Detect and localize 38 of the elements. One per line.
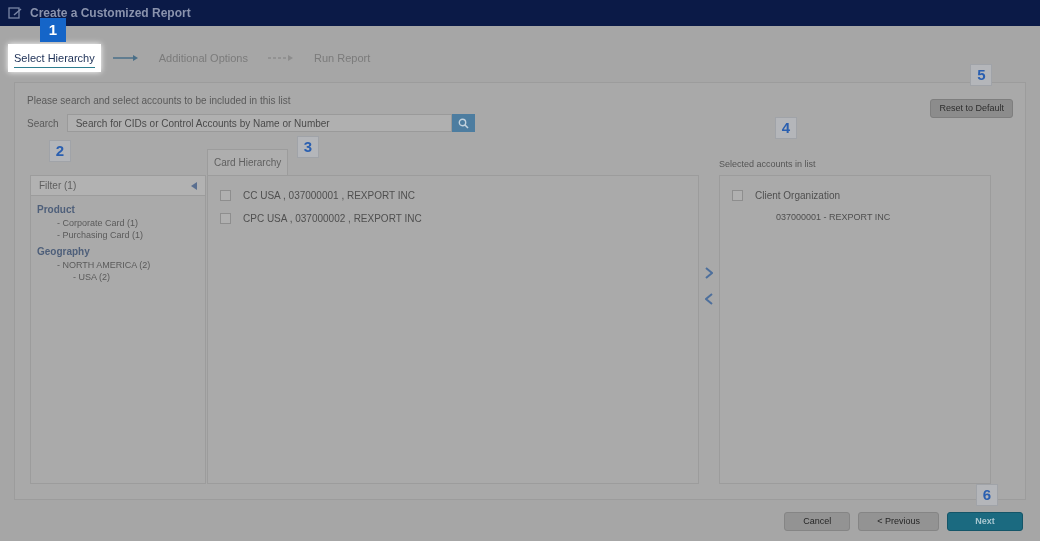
instruction-text: Please search and select accounts to be included in this list: [27, 94, 292, 108]
filter-option[interactable]: - Purchasing Card (1): [37, 230, 199, 241]
filter-title: Filter (1): [39, 179, 77, 193]
filter-option[interactable]: - Corporate Card (1): [37, 218, 199, 229]
callout-number: 4: [775, 117, 797, 139]
account-label: CC USA , 037000001 , REXPORT INC: [243, 189, 415, 203]
arrow-icon: [268, 54, 294, 62]
callout-number: 1: [40, 17, 66, 42]
checkbox[interactable]: [220, 213, 231, 224]
filter-option[interactable]: - NORTH AMERICA (2): [37, 260, 199, 271]
filter-group-label: Product: [37, 203, 76, 217]
checkbox[interactable]: [220, 190, 231, 201]
filter-option[interactable]: - USA (2): [37, 272, 199, 283]
search-field[interactable]: Search for CIDs or Control Accounts by Name or Number: [66, 114, 452, 132]
hierarchy-tab[interactable]: Card Hierarchy: [207, 149, 289, 175]
move-left-icon[interactable]: [705, 293, 713, 305]
arrow-icon: [112, 54, 139, 62]
callout-number: 5: [970, 64, 993, 86]
checkbox[interactable]: [732, 190, 743, 201]
search-icon: [457, 117, 469, 129]
collapse-icon[interactable]: [191, 181, 197, 190]
move-right-icon[interactable]: [705, 267, 713, 279]
reset-button[interactable]: Reset to Default: [930, 99, 1013, 119]
search-button[interactable]: [451, 114, 475, 132]
footer-button[interactable]: Cancel: [784, 512, 851, 531]
search-label: Search: [27, 116, 59, 131]
selected-list-label: Selected accounts in list: [719, 157, 816, 171]
account-label: 037000001 - REXPORT INC: [775, 211, 892, 224]
next-button[interactable]: Next: [947, 512, 1023, 531]
footer-button[interactable]: < Previous: [858, 512, 939, 531]
account-label: CPC USA , 037000002 , REXPORT INC: [243, 212, 422, 226]
callout-number: 6: [976, 484, 998, 506]
callout-number: 2: [49, 140, 71, 162]
report-icon: [8, 7, 22, 19]
callout-number: 3: [297, 136, 319, 158]
filter-group-label: Geography: [37, 245, 91, 259]
organization-label: Client Organization: [755, 189, 841, 203]
step-tab[interactable]: Select Hierarchy: [8, 43, 101, 73]
